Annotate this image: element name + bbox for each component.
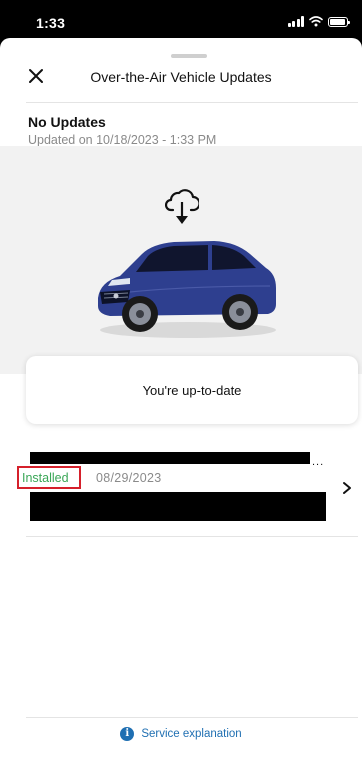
install-date: 08/29/2023	[96, 471, 162, 485]
uptodate-text: You're up-to-date	[142, 382, 242, 398]
ota-updates-sheet: Over-the-Air Vehicle Updates No Updates …	[0, 38, 362, 767]
update-status-title: No Updates	[28, 114, 106, 130]
info-icon: i	[120, 727, 135, 741]
chevron-right-icon[interactable]	[342, 481, 352, 495]
list-divider	[26, 536, 358, 537]
redacted-update-title	[30, 452, 310, 464]
status-icons	[287, 16, 350, 27]
status-time: 1:33	[36, 15, 66, 31]
wifi-icon	[309, 16, 323, 27]
footer-divider	[26, 717, 358, 718]
service-explanation-label: Service explanation	[141, 728, 242, 740]
vehicle-image	[98, 241, 276, 338]
service-explanation-link[interactable]: i Service explanation	[0, 727, 362, 741]
update-title-ellipsis: ...	[312, 456, 325, 468]
hero-banner	[0, 146, 362, 374]
signal-icon	[287, 16, 304, 27]
header-divider	[26, 102, 358, 103]
update-status: No Updates Updated on 10/18/2023 - 1:33 …	[28, 114, 216, 147]
cloud-download-icon	[165, 189, 199, 224]
page-title: Over-the-Air Vehicle Updates	[90, 69, 272, 85]
redacted-update-description	[30, 492, 326, 521]
sheet-grabber[interactable]	[171, 54, 207, 58]
update-status-subtitle: Updated on 10/18/2023 - 1:33 PM	[28, 133, 217, 147]
battery-icon	[328, 17, 350, 27]
uptodate-card: You're up-to-date	[26, 356, 358, 424]
installed-status: Installed	[22, 471, 69, 485]
